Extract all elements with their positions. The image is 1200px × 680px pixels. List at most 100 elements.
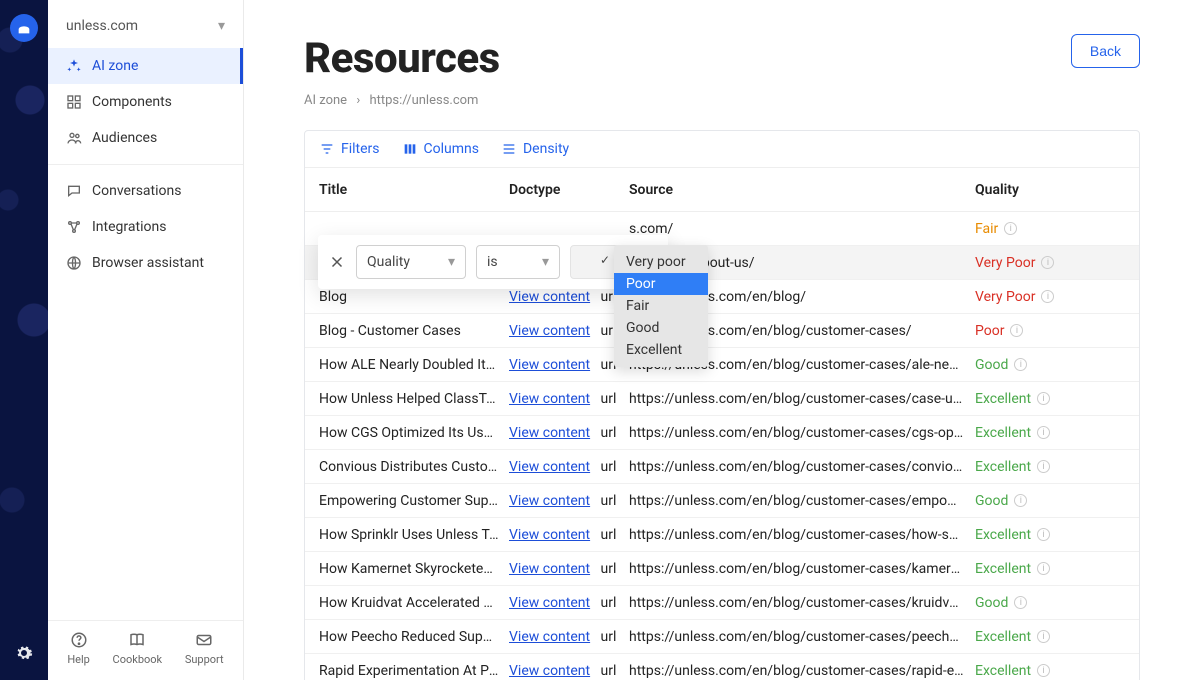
table-row[interactable]: How ALE Nearly Doubled Its …View content… bbox=[305, 348, 1139, 382]
sidebar-item-conversations[interactable]: Conversations bbox=[48, 173, 243, 209]
info-icon[interactable]: i bbox=[1037, 664, 1050, 677]
info-icon[interactable]: i bbox=[1014, 596, 1027, 609]
filter-column-value: Quality bbox=[367, 254, 410, 270]
view-content-link[interactable]: View content bbox=[509, 595, 590, 611]
view-content-link[interactable]: View content bbox=[509, 323, 590, 339]
table-row[interactable]: How Kruidvat Accelerated Wi…View content… bbox=[305, 586, 1139, 620]
cell-title: How Kruidvat Accelerated Wi… bbox=[319, 595, 509, 611]
table-row[interactable]: How Peecho Reduced Suppor…View content u… bbox=[305, 620, 1139, 654]
table-row[interactable]: How Sprinklr Uses Unless To I…View conte… bbox=[305, 518, 1139, 552]
footer-help[interactable]: Help bbox=[67, 631, 90, 666]
columns-icon bbox=[402, 141, 418, 157]
table-row[interactable]: Rapid Experimentation At Pré…View conten… bbox=[305, 654, 1139, 680]
dropdown-option[interactable]: Good bbox=[614, 317, 708, 339]
view-content-link[interactable]: View content bbox=[509, 629, 590, 645]
close-icon[interactable] bbox=[328, 253, 346, 271]
filter-operator-select[interactable]: is ▾ bbox=[476, 245, 560, 279]
view-content-link[interactable]: View content bbox=[509, 493, 590, 509]
brand-logo[interactable] bbox=[10, 14, 38, 42]
dropdown-option[interactable]: Poor bbox=[614, 273, 708, 295]
info-icon[interactable]: i bbox=[1037, 426, 1050, 439]
page-title: Resources bbox=[304, 34, 500, 83]
filters-button[interactable]: Filters bbox=[319, 141, 380, 157]
info-icon[interactable]: i bbox=[1014, 494, 1027, 507]
users-icon bbox=[66, 130, 82, 146]
info-icon[interactable]: i bbox=[1041, 290, 1054, 303]
col-quality[interactable]: Quality bbox=[975, 182, 1135, 198]
sidebar-item-browser-assistant[interactable]: Browser assistant bbox=[48, 245, 243, 281]
cell-source: https://unless.com/en/blog/customer-case… bbox=[629, 459, 975, 475]
view-content-link[interactable]: View content bbox=[509, 561, 590, 577]
table-row[interactable]: How CGS Optimized Its User …View content… bbox=[305, 416, 1139, 450]
cell-title: Empowering Customer Suppo… bbox=[319, 493, 509, 509]
cell-source: https://unless.com/en/blog/customer-case… bbox=[629, 595, 975, 611]
info-icon[interactable]: i bbox=[1037, 562, 1050, 575]
breadcrumb-separator: › bbox=[356, 93, 360, 108]
workspace-switcher[interactable]: unless.com ▾ bbox=[48, 10, 243, 48]
workspace-name: unless.com bbox=[66, 18, 138, 34]
dropdown-option[interactable]: Fair bbox=[614, 295, 708, 317]
sidebar-item-label: Audiences bbox=[92, 130, 157, 146]
info-icon[interactable]: i bbox=[1037, 630, 1050, 643]
info-icon[interactable]: i bbox=[1037, 392, 1050, 405]
footer-support[interactable]: Support bbox=[185, 631, 224, 666]
view-content-link[interactable]: View content bbox=[509, 663, 590, 679]
cell-title: How Kamernet Skyrocketed T… bbox=[319, 561, 509, 577]
quality-value: Excellent bbox=[975, 391, 1031, 407]
chevron-down-icon: ▾ bbox=[448, 254, 455, 270]
sparkle-icon bbox=[66, 58, 82, 74]
quality-value: Excellent bbox=[975, 663, 1031, 679]
table-row[interactable]: Empowering Customer Suppo…View content u… bbox=[305, 484, 1139, 518]
col-doctype[interactable]: Doctype bbox=[509, 182, 629, 198]
cell-source: https://unless.com/en/blog/customer-case… bbox=[629, 663, 975, 679]
view-content-link[interactable]: View content bbox=[509, 391, 590, 407]
cell-quality: Excellenti bbox=[975, 459, 1135, 475]
col-source[interactable]: Source bbox=[629, 182, 975, 198]
settings-icon[interactable] bbox=[15, 644, 33, 662]
table-row[interactable]: Blog - Customer CasesView content urlhtt… bbox=[305, 314, 1139, 348]
back-button[interactable]: Back bbox=[1071, 34, 1140, 68]
table-row[interactable]: Convious Distributes Custom …View conten… bbox=[305, 450, 1139, 484]
view-content-link[interactable]: View content bbox=[509, 459, 590, 475]
breadcrumb-a[interactable]: AI zone bbox=[304, 93, 347, 108]
view-content-link[interactable]: View content bbox=[509, 357, 590, 373]
book-icon bbox=[128, 631, 146, 649]
footer-cookbook[interactable]: Cookbook bbox=[113, 631, 163, 666]
view-content-link[interactable]: View content bbox=[509, 527, 590, 543]
info-icon[interactable]: i bbox=[1014, 358, 1027, 371]
sidebar-item-label: AI zone bbox=[92, 58, 138, 74]
integrations-icon bbox=[66, 219, 82, 235]
sidebar-item-components[interactable]: Components bbox=[48, 84, 243, 120]
filter-column-select[interactable]: Quality ▾ bbox=[356, 245, 466, 279]
cell-title: How Sprinklr Uses Unless To I… bbox=[319, 527, 509, 543]
dropdown-option[interactable]: Excellent bbox=[614, 339, 708, 361]
cell-title: Blog bbox=[319, 289, 509, 305]
cell-quality: Goodi bbox=[975, 493, 1135, 509]
table-toolbar: Filters Columns Density bbox=[305, 131, 1139, 168]
sidebar-item-audiences[interactable]: Audiences bbox=[48, 120, 243, 156]
info-icon[interactable]: i bbox=[1037, 460, 1050, 473]
components-icon bbox=[66, 94, 82, 110]
sidebar-item-ai-zone[interactable]: AI zone bbox=[48, 48, 243, 84]
cell-quality: Fairi bbox=[975, 221, 1135, 237]
info-icon[interactable]: i bbox=[1010, 324, 1023, 337]
density-button[interactable]: Density bbox=[501, 141, 569, 157]
sidebar-item-integrations[interactable]: Integrations bbox=[48, 209, 243, 245]
table-row[interactable]: How Kamernet Skyrocketed T…View content … bbox=[305, 552, 1139, 586]
cell-quality: Excellent i bbox=[975, 391, 1135, 407]
view-content-link[interactable]: View content bbox=[509, 289, 590, 305]
view-content-link[interactable]: View content bbox=[509, 425, 590, 441]
help-icon bbox=[70, 631, 88, 649]
columns-button[interactable]: Columns bbox=[402, 141, 479, 157]
breadcrumb-b[interactable]: https://unless.com bbox=[369, 93, 478, 108]
dropdown-option[interactable]: Very poor bbox=[614, 251, 708, 273]
info-icon[interactable]: i bbox=[1041, 256, 1054, 269]
info-icon[interactable]: i bbox=[1037, 528, 1050, 541]
table-row[interactable]: How Unless Helped ClassTag I…View conten… bbox=[305, 382, 1139, 416]
info-icon[interactable]: i bbox=[1004, 222, 1017, 235]
cell-source: https://unless.com/en/blog/customer-case… bbox=[629, 425, 975, 441]
cell-doctype: View content url bbox=[509, 459, 629, 475]
app-rail bbox=[0, 0, 48, 680]
chat-icon bbox=[66, 183, 82, 199]
col-title[interactable]: Title bbox=[319, 182, 509, 198]
